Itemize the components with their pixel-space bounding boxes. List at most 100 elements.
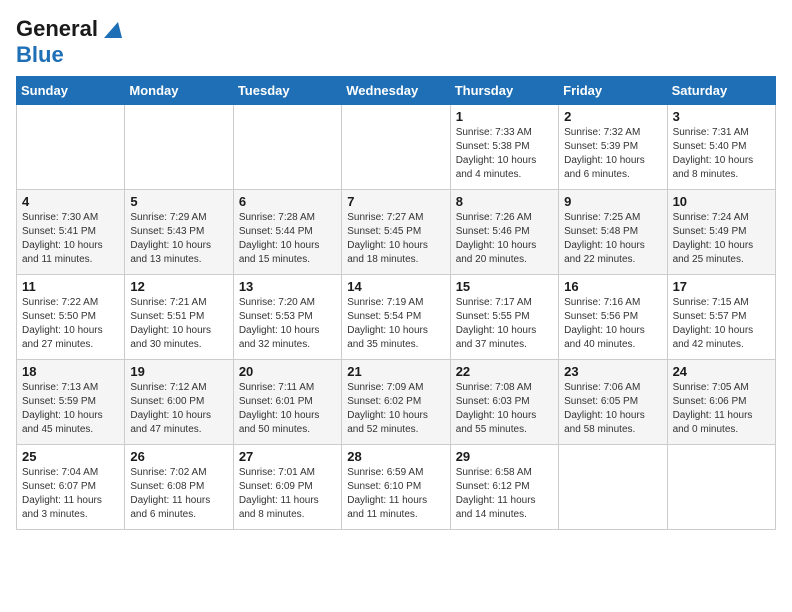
day-number: 8 <box>456 194 553 209</box>
calendar-cell: 1 Sunrise: 7:33 AM Sunset: 5:38 PM Daylig… <box>450 105 558 190</box>
day-number: 20 <box>239 364 336 379</box>
day-info: Sunrise: 7:22 AM Sunset: 5:50 PM Dayligh… <box>22 296 119 352</box>
day-info: Sunrise: 7:31 AM Sunset: 5:40 PM Dayligh… <box>673 126 770 182</box>
calendar-cell: 12 Sunrise: 7:21 AM Sunset: 5:51 PM Dayli… <box>125 275 233 360</box>
day-number: 15 <box>456 279 553 294</box>
day-number: 3 <box>673 109 770 124</box>
calendar-cell: 13 Sunrise: 7:20 AM Sunset: 5:53 PM Dayli… <box>233 275 341 360</box>
calendar-cell: 21 Sunrise: 7:09 AM Sunset: 6:02 PM Dayli… <box>342 360 450 445</box>
day-info: Sunrise: 7:04 AM Sunset: 6:07 PM Dayligh… <box>22 466 119 522</box>
day-number: 19 <box>130 364 227 379</box>
calendar-cell: 28 Sunrise: 6:59 AM Sunset: 6:10 PM Dayli… <box>342 445 450 530</box>
calendar-cell: 26 Sunrise: 7:02 AM Sunset: 6:08 PM Dayli… <box>125 445 233 530</box>
logo: General Blue <box>16 16 122 68</box>
day-info: Sunrise: 7:08 AM Sunset: 6:03 PM Dayligh… <box>456 381 553 437</box>
logo-blue-text: Blue <box>16 42 64 67</box>
logo-general-text: General <box>16 16 98 42</box>
calendar-cell <box>17 105 125 190</box>
calendar-cell: 11Sunrise: 7:22 AM Sunset: 5:50 PM Dayli… <box>17 275 125 360</box>
calendar-cell: 3 Sunrise: 7:31 AM Sunset: 5:40 PM Daylig… <box>667 105 775 190</box>
calendar-table: SundayMondayTuesdayWednesdayThursdayFrid… <box>16 76 776 530</box>
calendar-cell <box>342 105 450 190</box>
day-number: 13 <box>239 279 336 294</box>
col-header-wednesday: Wednesday <box>342 77 450 105</box>
calendar-cell: 27 Sunrise: 7:01 AM Sunset: 6:09 PM Dayli… <box>233 445 341 530</box>
day-number: 7 <box>347 194 444 209</box>
calendar-cell <box>667 445 775 530</box>
day-info: Sunrise: 7:17 AM Sunset: 5:55 PM Dayligh… <box>456 296 553 352</box>
day-number: 28 <box>347 449 444 464</box>
day-number: 17 <box>673 279 770 294</box>
day-info: Sunrise: 7:21 AM Sunset: 5:51 PM Dayligh… <box>130 296 227 352</box>
day-info: Sunrise: 7:06 AM Sunset: 6:05 PM Dayligh… <box>564 381 661 437</box>
calendar-cell <box>233 105 341 190</box>
day-number: 12 <box>130 279 227 294</box>
day-info: Sunrise: 7:33 AM Sunset: 5:38 PM Dayligh… <box>456 126 553 182</box>
calendar-cell: 24 Sunrise: 7:05 AM Sunset: 6:06 PM Dayli… <box>667 360 775 445</box>
day-number: 29 <box>456 449 553 464</box>
day-number: 4 <box>22 194 119 209</box>
calendar-cell: 19Sunrise: 7:12 AM Sunset: 6:00 PM Dayli… <box>125 360 233 445</box>
day-number: 21 <box>347 364 444 379</box>
day-info: Sunrise: 7:26 AM Sunset: 5:46 PM Dayligh… <box>456 211 553 267</box>
day-number: 25 <box>22 449 119 464</box>
day-info: Sunrise: 7:28 AM Sunset: 5:44 PM Dayligh… <box>239 211 336 267</box>
day-number: 10 <box>673 194 770 209</box>
calendar-cell: 29Sunrise: 6:58 AM Sunset: 6:12 PM Dayli… <box>450 445 558 530</box>
calendar-cell: 18 Sunrise: 7:13 AM Sunset: 5:59 PM Dayli… <box>17 360 125 445</box>
calendar-cell: 17 Sunrise: 7:15 AM Sunset: 5:57 PM Dayli… <box>667 275 775 360</box>
calendar-cell: 5 Sunrise: 7:29 AM Sunset: 5:43 PM Daylig… <box>125 190 233 275</box>
day-number: 6 <box>239 194 336 209</box>
day-info: Sunrise: 7:30 AM Sunset: 5:41 PM Dayligh… <box>22 211 119 267</box>
day-number: 22 <box>456 364 553 379</box>
col-header-saturday: Saturday <box>667 77 775 105</box>
col-header-thursday: Thursday <box>450 77 558 105</box>
calendar-cell: 20 Sunrise: 7:11 AM Sunset: 6:01 PM Dayli… <box>233 360 341 445</box>
col-header-tuesday: Tuesday <box>233 77 341 105</box>
day-info: Sunrise: 7:09 AM Sunset: 6:02 PM Dayligh… <box>347 381 444 437</box>
day-number: 9 <box>564 194 661 209</box>
day-number: 18 <box>22 364 119 379</box>
col-header-sunday: Sunday <box>17 77 125 105</box>
day-number: 1 <box>456 109 553 124</box>
calendar-cell: 8 Sunrise: 7:26 AM Sunset: 5:46 PM Daylig… <box>450 190 558 275</box>
day-info: Sunrise: 6:59 AM Sunset: 6:10 PM Dayligh… <box>347 466 444 522</box>
day-info: Sunrise: 7:27 AM Sunset: 5:45 PM Dayligh… <box>347 211 444 267</box>
calendar-cell: 15 Sunrise: 7:17 AM Sunset: 5:55 PM Dayli… <box>450 275 558 360</box>
day-info: Sunrise: 7:05 AM Sunset: 6:06 PM Dayligh… <box>673 381 770 437</box>
day-number: 2 <box>564 109 661 124</box>
day-info: Sunrise: 7:32 AM Sunset: 5:39 PM Dayligh… <box>564 126 661 182</box>
day-number: 27 <box>239 449 336 464</box>
col-header-friday: Friday <box>559 77 667 105</box>
day-info: Sunrise: 7:15 AM Sunset: 5:57 PM Dayligh… <box>673 296 770 352</box>
logo-triangle-icon <box>100 18 122 40</box>
day-info: Sunrise: 7:13 AM Sunset: 5:59 PM Dayligh… <box>22 381 119 437</box>
day-number: 16 <box>564 279 661 294</box>
calendar-cell: 23 Sunrise: 7:06 AM Sunset: 6:05 PM Dayli… <box>559 360 667 445</box>
day-info: Sunrise: 7:11 AM Sunset: 6:01 PM Dayligh… <box>239 381 336 437</box>
day-number: 23 <box>564 364 661 379</box>
calendar-cell: 9 Sunrise: 7:25 AM Sunset: 5:48 PM Daylig… <box>559 190 667 275</box>
calendar-cell: 7 Sunrise: 7:27 AM Sunset: 5:45 PM Daylig… <box>342 190 450 275</box>
page-header: General Blue <box>16 16 776 68</box>
day-number: 26 <box>130 449 227 464</box>
day-info: Sunrise: 7:01 AM Sunset: 6:09 PM Dayligh… <box>239 466 336 522</box>
day-info: Sunrise: 7:29 AM Sunset: 5:43 PM Dayligh… <box>130 211 227 267</box>
day-info: Sunrise: 7:20 AM Sunset: 5:53 PM Dayligh… <box>239 296 336 352</box>
day-info: Sunrise: 7:02 AM Sunset: 6:08 PM Dayligh… <box>130 466 227 522</box>
calendar-cell: 2 Sunrise: 7:32 AM Sunset: 5:39 PM Daylig… <box>559 105 667 190</box>
calendar-cell: 4 Sunrise: 7:30 AM Sunset: 5:41 PM Daylig… <box>17 190 125 275</box>
calendar-cell: 22 Sunrise: 7:08 AM Sunset: 6:03 PM Dayli… <box>450 360 558 445</box>
day-info: Sunrise: 7:16 AM Sunset: 5:56 PM Dayligh… <box>564 296 661 352</box>
calendar-cell: 16 Sunrise: 7:16 AM Sunset: 5:56 PM Dayli… <box>559 275 667 360</box>
day-info: Sunrise: 7:19 AM Sunset: 5:54 PM Dayligh… <box>347 296 444 352</box>
day-number: 5 <box>130 194 227 209</box>
day-number: 24 <box>673 364 770 379</box>
day-info: Sunrise: 7:24 AM Sunset: 5:49 PM Dayligh… <box>673 211 770 267</box>
day-number: 14 <box>347 279 444 294</box>
calendar-cell: 14 Sunrise: 7:19 AM Sunset: 5:54 PM Dayli… <box>342 275 450 360</box>
day-info: Sunrise: 7:25 AM Sunset: 5:48 PM Dayligh… <box>564 211 661 267</box>
calendar-cell: 10 Sunrise: 7:24 AM Sunset: 5:49 PM Dayli… <box>667 190 775 275</box>
col-header-monday: Monday <box>125 77 233 105</box>
calendar-cell: 25 Sunrise: 7:04 AM Sunset: 6:07 PM Dayli… <box>17 445 125 530</box>
